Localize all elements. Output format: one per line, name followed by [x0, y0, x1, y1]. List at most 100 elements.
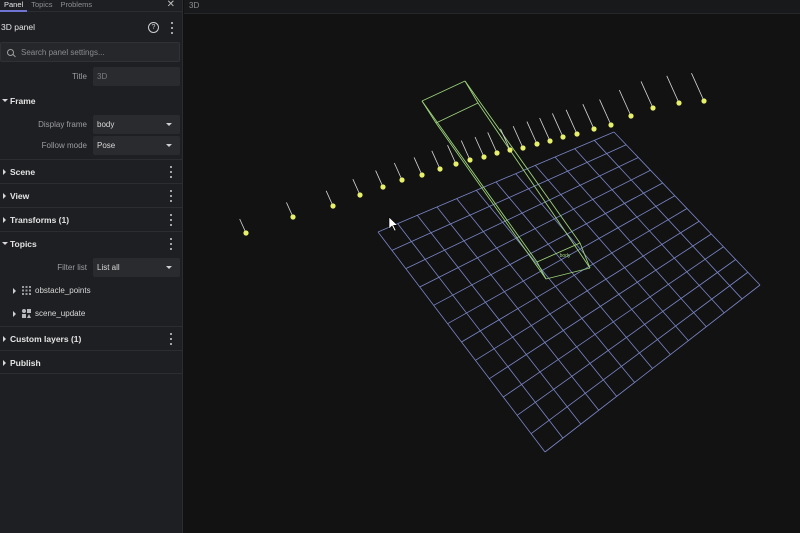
box-edge	[545, 267, 591, 280]
section-custom-layers-label: Custom layers (1)	[10, 334, 82, 344]
obstacle-point	[574, 131, 580, 137]
display-frame-select[interactable]: body	[93, 115, 180, 134]
dropdown-caret-icon	[166, 266, 172, 269]
more-options-icon[interactable]	[169, 166, 173, 178]
title-input[interactable]: 3D	[93, 67, 180, 86]
points-icon	[22, 286, 31, 295]
title-label: Title	[72, 72, 87, 81]
point-stem	[474, 136, 485, 158]
grid-line	[503, 246, 724, 398]
obstacle-point	[608, 122, 614, 128]
grid-line	[515, 173, 671, 355]
point-stem	[565, 109, 578, 135]
point-stem	[393, 162, 403, 181]
obstacle-point	[591, 126, 597, 132]
point-stem	[599, 99, 612, 126]
grid-line	[489, 233, 712, 380]
chevron-right-icon	[3, 193, 6, 199]
tab-topics[interactable]: Topics	[27, 0, 56, 10]
obstacle-point	[650, 105, 656, 111]
obstacle-point	[453, 161, 459, 167]
box-edge	[435, 102, 479, 124]
more-options-icon[interactable]	[169, 214, 173, 226]
grid-line	[554, 156, 707, 328]
grid-line	[574, 148, 725, 314]
filter-list-label: Filter list	[57, 263, 87, 272]
topic-item-obstacle-points[interactable]: obstacle_points	[0, 281, 183, 301]
obstacle-point	[330, 203, 336, 209]
help-icon[interactable]: ?	[148, 22, 159, 33]
topic-label: scene_update	[35, 309, 86, 318]
chevron-right-icon	[3, 336, 6, 342]
section-topics[interactable]: Topics	[0, 231, 183, 255]
section-transforms[interactable]: Transforms (1)	[0, 207, 183, 231]
chevron-down-icon	[2, 99, 8, 102]
title-field-row: Title 3D	[0, 67, 183, 87]
section-view[interactable]: View	[0, 183, 183, 207]
follow-mode-row: Follow mode Pose	[0, 136, 183, 156]
point-stem	[413, 157, 423, 176]
body-frame-label: body	[560, 253, 571, 259]
obstacle-point	[676, 100, 682, 106]
follow-mode-select[interactable]: Pose	[93, 136, 180, 155]
panel-header: 3D panel ?	[0, 12, 182, 42]
display-frame-label: Display frame	[38, 120, 87, 129]
obstacle-point	[507, 147, 513, 153]
point-stem	[447, 145, 457, 165]
search-input[interactable]	[21, 47, 171, 57]
section-publish[interactable]: Publish	[0, 350, 183, 374]
grid-line	[516, 259, 736, 416]
obstacle-point	[437, 166, 443, 172]
section-scene-label: Scene	[10, 167, 36, 177]
3d-scene[interactable]: body	[184, 0, 800, 533]
point-stem	[431, 150, 441, 170]
filter-list-select[interactable]: List all	[93, 258, 180, 277]
close-icon[interactable]: ✕	[167, 0, 175, 10]
point-stem	[487, 132, 498, 154]
topic-item-scene-update[interactable]: scene_update	[0, 304, 183, 324]
point-stem	[500, 128, 511, 151]
obstacle-point	[701, 98, 707, 104]
section-topics-label: Topics	[10, 239, 37, 249]
chevron-right-icon	[3, 169, 6, 175]
mouse-cursor-icon	[388, 216, 399, 232]
section-frame[interactable]: Frame	[0, 89, 183, 113]
obstacle-points	[239, 73, 707, 236]
obstacle-point	[419, 172, 425, 178]
more-options-icon[interactable]	[170, 22, 174, 34]
obstacle-point	[467, 157, 473, 163]
obstacle-point	[494, 150, 500, 156]
point-stem	[512, 126, 524, 149]
obstacle-point	[481, 154, 487, 160]
display-frame-row: Display frame body	[0, 115, 183, 135]
grid-line	[613, 131, 761, 286]
point-stem	[666, 75, 680, 104]
point-stem	[582, 104, 595, 130]
box-edge	[464, 80, 581, 244]
follow-mode-label: Follow mode	[41, 141, 87, 150]
point-stem	[375, 170, 384, 188]
point-stem	[691, 73, 705, 102]
chevron-right-icon	[3, 217, 6, 223]
3d-viewport[interactable]: 3D body	[184, 0, 800, 533]
tab-problems[interactable]: Problems	[56, 0, 96, 10]
grid-line	[544, 284, 761, 453]
section-publish-label: Publish	[10, 358, 41, 368]
settings-sidebar: Panel Topics Problems ✕ 3D panel ? Title…	[0, 0, 183, 533]
point-stem	[552, 113, 564, 138]
box-edge	[421, 100, 538, 263]
chevron-right-icon	[13, 288, 16, 294]
point-stem	[640, 81, 654, 109]
more-options-icon[interactable]	[169, 238, 173, 250]
obstacle-point	[399, 177, 405, 183]
section-scene[interactable]: Scene	[0, 159, 183, 183]
more-options-icon[interactable]	[169, 333, 173, 345]
tab-panel[interactable]: Panel	[0, 0, 28, 12]
obstacle-point	[560, 134, 566, 140]
search-panel-settings	[0, 42, 180, 62]
obstacle-point	[520, 145, 526, 151]
more-options-icon[interactable]	[169, 190, 173, 202]
section-custom-layers[interactable]: Custom layers (1)	[0, 326, 183, 350]
filter-list-row: Filter list List all	[0, 258, 183, 278]
search-icon	[7, 48, 14, 56]
